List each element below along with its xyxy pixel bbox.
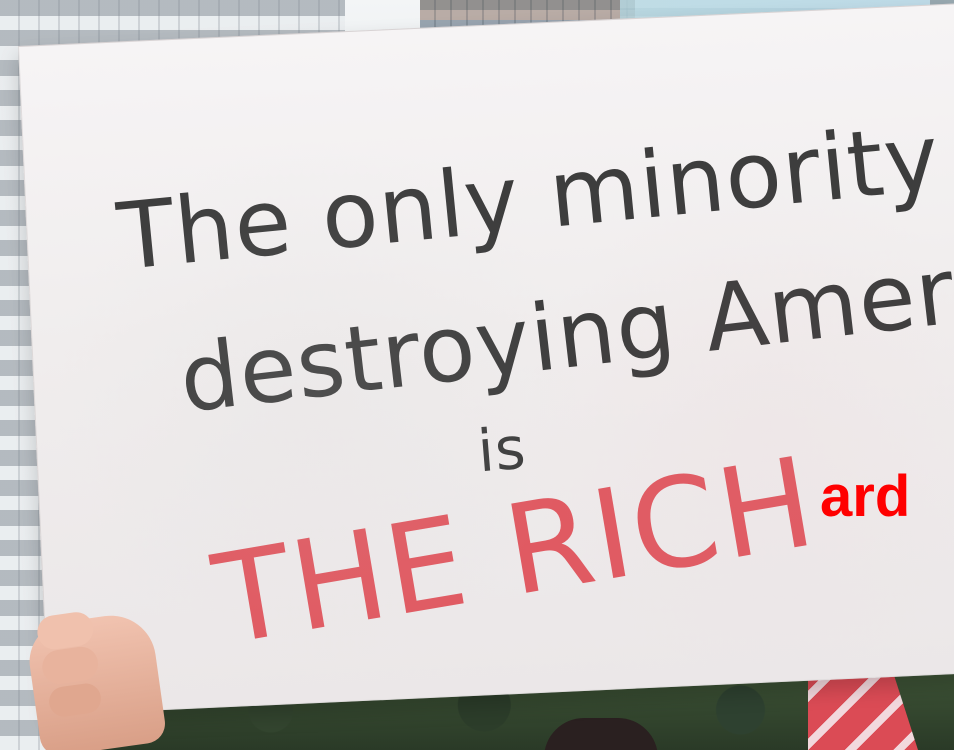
- protest-photo: The only minority destroying America is …: [0, 0, 954, 750]
- sign-line-3: is: [475, 413, 529, 486]
- overlay-text: ard: [820, 464, 911, 529]
- protest-sign: The only minority destroying America is …: [18, 3, 954, 716]
